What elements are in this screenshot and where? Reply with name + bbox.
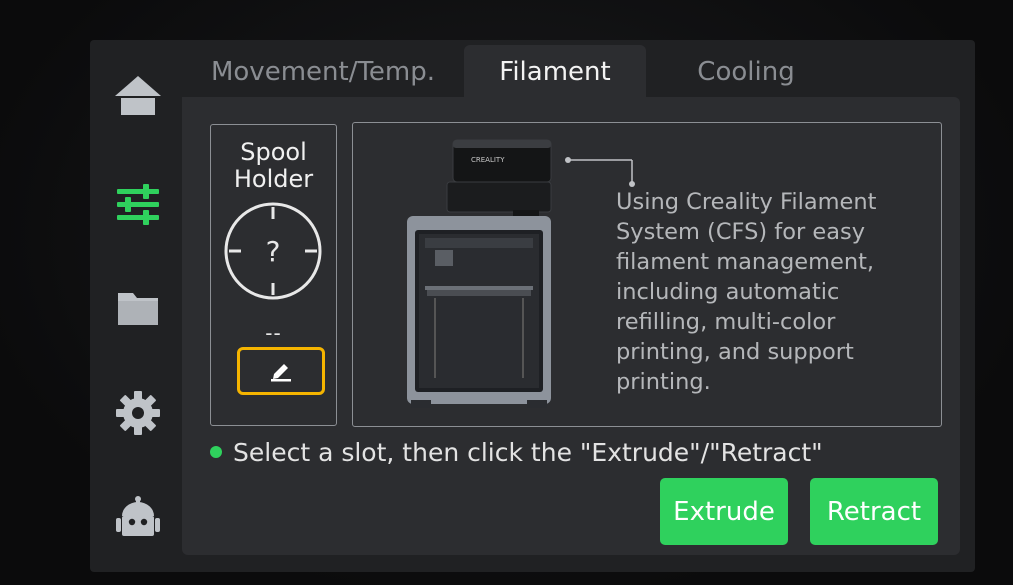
sidebar [92,40,182,570]
hint-row: Select a slot, then click the "Extrude"/… [210,436,823,468]
retract-button[interactable]: Retract [810,478,938,545]
callout-connector [565,157,635,187]
home-icon[interactable] [112,70,164,122]
folder-icon[interactable] [112,282,164,334]
sliders-icon[interactable] [112,178,164,230]
tab-movement-temp[interactable]: Movement/Temp. [182,45,464,97]
robot-icon[interactable] [112,492,164,544]
status-dot-icon [210,446,222,458]
spool-value: -- [265,321,282,345]
cfs-description: Using Creality Filament System (CFS) for… [616,189,877,395]
tab-cooling[interactable]: Cooling [646,45,846,97]
tab-filament[interactable]: Filament [464,45,646,97]
edit-spool-button[interactable] [237,347,325,395]
dial-question-mark: ? [266,235,281,268]
pencil-icon [271,364,291,382]
extrude-button[interactable]: Extrude [660,478,788,545]
spool-holder-title: Spool Holder [233,138,314,193]
gear-icon[interactable] [112,387,164,439]
hint-text: Select a slot, then click the "Extrude"/… [233,437,823,467]
printer-brand-label: CREALITY [471,156,505,164]
spool-dial-icon: ? [224,202,322,300]
printer-image: CREALITY [407,139,552,408]
tab-bar: Movement/Temp. Filament Cooling [182,45,972,100]
